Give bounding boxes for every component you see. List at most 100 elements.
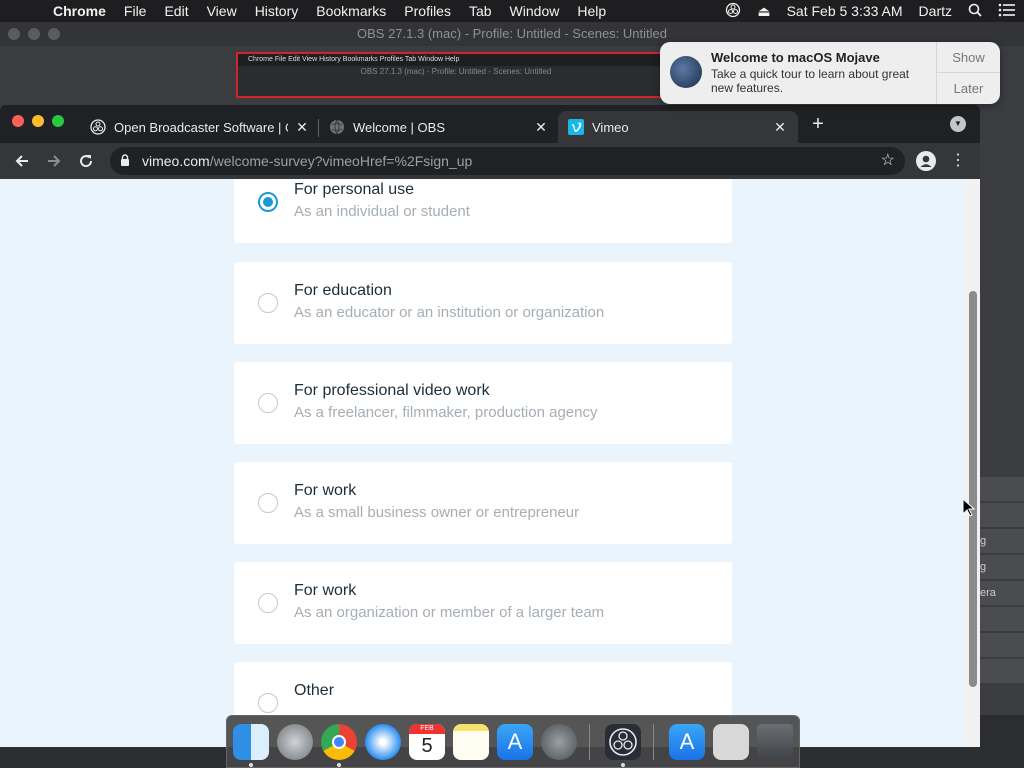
obs-side-cell[interactable] <box>978 477 1024 501</box>
obs-side-cell[interactable] <box>978 607 1024 631</box>
notification-show-button[interactable]: Show <box>937 42 1000 73</box>
document-stack-icon[interactable] <box>713 724 749 760</box>
obs-status-icon[interactable] <box>717 2 749 21</box>
menu-view[interactable]: View <box>198 3 246 19</box>
radio-button[interactable] <box>258 493 278 513</box>
bookmark-star-icon[interactable]: ☆ <box>881 147 895 175</box>
globe-icon <box>330 119 344 135</box>
option-title: For personal use <box>294 181 415 198</box>
minimize-window-button[interactable] <box>32 115 44 127</box>
obs-dock-icon[interactable] <box>605 724 641 760</box>
tab-close-icon[interactable]: ✕ <box>533 119 549 136</box>
obs-side-cell[interactable]: era <box>978 581 1024 605</box>
menu-extras: ⏏ Sat Feb 5 3:33 AM Dartz <box>717 0 1024 22</box>
address-bar[interactable]: vimeo.com/welcome-survey?vimeoHref=%2Fsi… <box>110 147 905 175</box>
menu-window[interactable]: Window <box>501 3 569 19</box>
tab-strip: Open Broadcaster Software | OBS ✕ Welcom… <box>0 105 980 143</box>
tab-search-chevron-icon[interactable]: ▼ <box>950 116 966 132</box>
menu-profiles[interactable]: Profiles <box>395 3 460 19</box>
calendar-icon[interactable]: FEB 5 <box>409 724 445 760</box>
system-preferences-icon[interactable] <box>541 724 577 760</box>
obs-side-cell[interactable]: g <box>978 529 1024 553</box>
obs-side-cell[interactable] <box>978 659 1024 683</box>
chrome-menu-icon[interactable]: ⋮ <box>950 149 966 173</box>
tab-close-icon[interactable]: ✕ <box>772 119 788 136</box>
back-arrow-icon[interactable] <box>10 149 34 173</box>
radio-button[interactable] <box>258 693 278 713</box>
survey-option-education[interactable]: For education As an educator or an insti… <box>234 262 732 344</box>
option-subtitle: As an individual or student <box>294 203 470 220</box>
calendar-day: 5 <box>421 735 433 757</box>
tab-title: Welcome | OBS <box>353 119 445 135</box>
vimeo-favicon-icon <box>568 119 584 135</box>
running-indicator <box>249 763 253 767</box>
radio-button[interactable] <box>258 593 278 613</box>
survey-option-personal[interactable]: For personal use As an individual or stu… <box>234 179 732 243</box>
radio-button[interactable] <box>258 393 278 413</box>
option-title: For work <box>294 582 357 599</box>
profile-avatar-icon[interactable] <box>916 151 936 171</box>
zoom-window-button[interactable] <box>52 115 64 127</box>
obs-side-cell[interactable]: g <box>978 555 1024 579</box>
window-controls <box>12 115 64 127</box>
menu-clock[interactable]: Sat Feb 5 3:33 AM <box>779 3 911 19</box>
survey-option-professional-video[interactable]: For professional video work As a freelan… <box>234 362 732 444</box>
radio-button[interactable] <box>258 293 278 313</box>
lock-icon[interactable] <box>120 154 130 166</box>
reload-icon[interactable] <box>74 149 98 173</box>
menu-file[interactable]: File <box>115 3 156 19</box>
tab-separator <box>318 119 319 137</box>
eject-icon[interactable]: ⏏ <box>749 3 778 20</box>
vimeo-welcome-survey: For personal use As an individual or stu… <box>0 179 980 747</box>
app-store-icon[interactable]: A <box>497 724 533 760</box>
option-title: For education <box>294 282 392 299</box>
notification-body: Take a quick tour to learn about great n… <box>711 67 910 95</box>
tab-vimeo[interactable]: Vimeo ✕ <box>558 111 798 143</box>
menu-history[interactable]: History <box>246 3 308 19</box>
menu-app-name[interactable]: Chrome <box>44 3 115 19</box>
macos-dock: FEB 5 A A <box>226 715 800 768</box>
forward-arrow-icon[interactable] <box>42 149 66 173</box>
browser-toolbar: vimeo.com/welcome-survey?vimeoHref=%2Fsi… <box>0 143 980 179</box>
app-store-download-icon[interactable]: A <box>669 724 705 760</box>
safari-icon[interactable] <box>365 724 401 760</box>
survey-option-small-business[interactable]: For work As a small business owner or en… <box>234 462 732 544</box>
running-indicator <box>337 763 341 767</box>
tab-obs-website[interactable]: Open Broadcaster Software | OBS ✕ <box>82 111 318 143</box>
survey-option-organization[interactable]: For work As an organization or member of… <box>234 562 732 644</box>
tab-close-icon[interactable]: ✕ <box>294 119 310 136</box>
spotlight-search-icon[interactable] <box>960 3 990 20</box>
new-tab-button[interactable]: + <box>808 113 828 136</box>
close-window-button[interactable] <box>12 115 24 127</box>
menu-tab[interactable]: Tab <box>460 3 501 19</box>
mojave-notification[interactable]: Welcome to macOS Mojave Take a quick tou… <box>660 42 1000 104</box>
obs-favicon-icon <box>90 119 106 135</box>
obs-preview-canvas[interactable]: Chrome File Edit View History Bookmarks … <box>236 52 676 98</box>
option-title: For work <box>294 482 357 499</box>
tab-welcome-obs[interactable]: Welcome | OBS ✕ <box>321 111 557 143</box>
url-text: vimeo.com/welcome-survey?vimeoHref=%2Fsi… <box>142 147 472 175</box>
url-host: vimeo.com <box>142 153 210 169</box>
notification-later-button[interactable]: Later <box>937 73 1000 104</box>
radio-button[interactable] <box>258 192 278 212</box>
menu-edit[interactable]: Edit <box>155 3 197 19</box>
page-scrollbar-thumb[interactable] <box>969 291 977 687</box>
obs-side-cell[interactable] <box>978 633 1024 657</box>
obs-side-cell[interactable] <box>978 503 1024 527</box>
notification-title: Welcome to macOS Mojave <box>711 50 880 65</box>
option-title: Other <box>294 682 335 699</box>
launchpad-icon[interactable] <box>277 724 313 760</box>
option-subtitle: As an educator or an institution or orga… <box>294 304 605 321</box>
notification-center-icon[interactable] <box>990 3 1024 20</box>
chrome-icon[interactable] <box>321 724 357 760</box>
chrome-window: Open Broadcaster Software | OBS ✕ Welcom… <box>0 105 980 747</box>
menu-bookmarks[interactable]: Bookmarks <box>307 3 395 19</box>
menu-user[interactable]: Dartz <box>911 3 960 19</box>
mojave-app-icon <box>670 56 702 88</box>
obs-preview-title: OBS 27.1.3 (mac) - Profile: Untitled - S… <box>360 67 552 76</box>
trash-icon[interactable] <box>757 724 793 760</box>
macos-menu-bar: Chrome File Edit View History Bookmarks … <box>0 0 1024 22</box>
menu-help[interactable]: Help <box>568 3 615 19</box>
finder-icon[interactable] <box>233 724 269 760</box>
notes-icon[interactable] <box>453 724 489 760</box>
